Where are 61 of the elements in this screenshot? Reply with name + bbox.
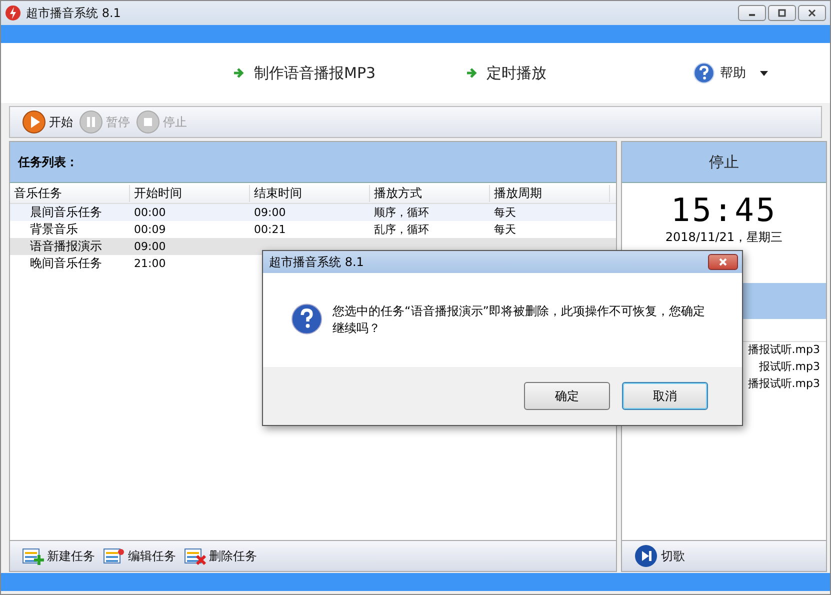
toolbar-button[interactable]: 开始 bbox=[22, 110, 73, 134]
table-cell-text: 09:00 bbox=[133, 240, 167, 253]
arrow-icon bbox=[466, 67, 478, 79]
pause-icon bbox=[79, 110, 103, 134]
table-cell-text: 晨间音乐任务 bbox=[29, 204, 103, 221]
table-cell-text: 21:00 bbox=[133, 257, 167, 270]
table-cell-text: 00:21 bbox=[253, 223, 287, 236]
play-icon bbox=[22, 110, 46, 134]
toolbar-button[interactable]: 删除任务 bbox=[184, 546, 257, 566]
column-header[interactable]: 音乐任务 bbox=[10, 184, 130, 202]
close-icon bbox=[718, 257, 728, 267]
table-cell-text: 每天 bbox=[493, 222, 517, 237]
edit-list-icon bbox=[103, 546, 125, 566]
file-item[interactable]: 播报试听.mp3 bbox=[748, 342, 826, 359]
close-button[interactable] bbox=[708, 254, 738, 270]
table-cell-text: 09:00 bbox=[253, 206, 287, 219]
table-cell-text: 语音播报演示 bbox=[29, 238, 103, 255]
help-icon bbox=[693, 62, 715, 84]
play-status: 停止 bbox=[709, 152, 739, 172]
caret-icon[interactable] bbox=[760, 70, 768, 76]
nav-link[interactable]: 定时播放 bbox=[466, 64, 547, 82]
column-header[interactable]: 播放周期 bbox=[490, 184, 610, 202]
task-row[interactable]: 晨间音乐任务 00:00 09:00 顺序，循环 每天 bbox=[10, 204, 616, 221]
panel-title: 任务列表： bbox=[18, 154, 78, 170]
skip-icon bbox=[634, 544, 658, 568]
table-cell-text: 每天 bbox=[493, 205, 517, 220]
file-item[interactable]: 报试听.mp3 bbox=[758, 359, 826, 376]
stop-icon bbox=[136, 110, 160, 134]
table-cell-text: 晚间音乐任务 bbox=[29, 255, 103, 272]
table-cell-text: 00:09 bbox=[133, 223, 167, 236]
toolbar-button[interactable]: 新建任务 bbox=[22, 546, 95, 566]
app-logo-icon bbox=[5, 5, 21, 21]
toolbar-button[interactable]: 编辑任务 bbox=[103, 546, 176, 566]
minimize-button[interactable] bbox=[738, 5, 766, 21]
help-button[interactable]: 帮助 bbox=[693, 62, 746, 84]
dialog-button[interactable]: 确定 bbox=[524, 382, 610, 410]
table-cell-text: 乱序，循环 bbox=[373, 222, 430, 237]
column-header[interactable]: 开始时间 bbox=[130, 184, 250, 202]
delete-list-icon bbox=[184, 546, 206, 566]
table-cell-text: 背景音乐 bbox=[29, 221, 79, 238]
arrow-icon bbox=[233, 67, 245, 79]
close-icon bbox=[807, 8, 817, 18]
column-header[interactable]: 结束时间 bbox=[250, 184, 370, 202]
next-track-button[interactable]: 切歌 bbox=[634, 544, 685, 568]
question-icon bbox=[291, 303, 323, 335]
maximize-icon bbox=[777, 8, 787, 18]
clock-date: 2018/11/21，星期三 bbox=[665, 230, 783, 244]
nav-link[interactable]: 制作语音播报MP3 bbox=[233, 64, 376, 82]
clock-time: 15:45 bbox=[670, 191, 778, 229]
add-list-icon bbox=[22, 546, 44, 566]
maximize-button[interactable] bbox=[768, 5, 796, 21]
close-button[interactable] bbox=[798, 5, 826, 21]
dialog-button[interactable]: 取消 bbox=[622, 382, 708, 410]
file-item[interactable]: 播报试听.mp3 bbox=[748, 376, 826, 393]
table-cell-text: 顺序，循环 bbox=[373, 205, 430, 220]
task-row[interactable]: 背景音乐 00:09 00:21 乱序，循环 每天 bbox=[10, 221, 616, 238]
window-title: 超市播音系统 8.1 bbox=[26, 4, 122, 22]
table-cell-text: 00:00 bbox=[133, 206, 167, 219]
dialog-title: 超市播音系统 8.1 bbox=[269, 254, 364, 270]
dialog-message: 您选中的任务“语音播报演示”即将被删除，此项操作不可恢复，您确定继续吗？ bbox=[332, 303, 706, 337]
column-header[interactable]: 播放方式 bbox=[370, 184, 490, 202]
